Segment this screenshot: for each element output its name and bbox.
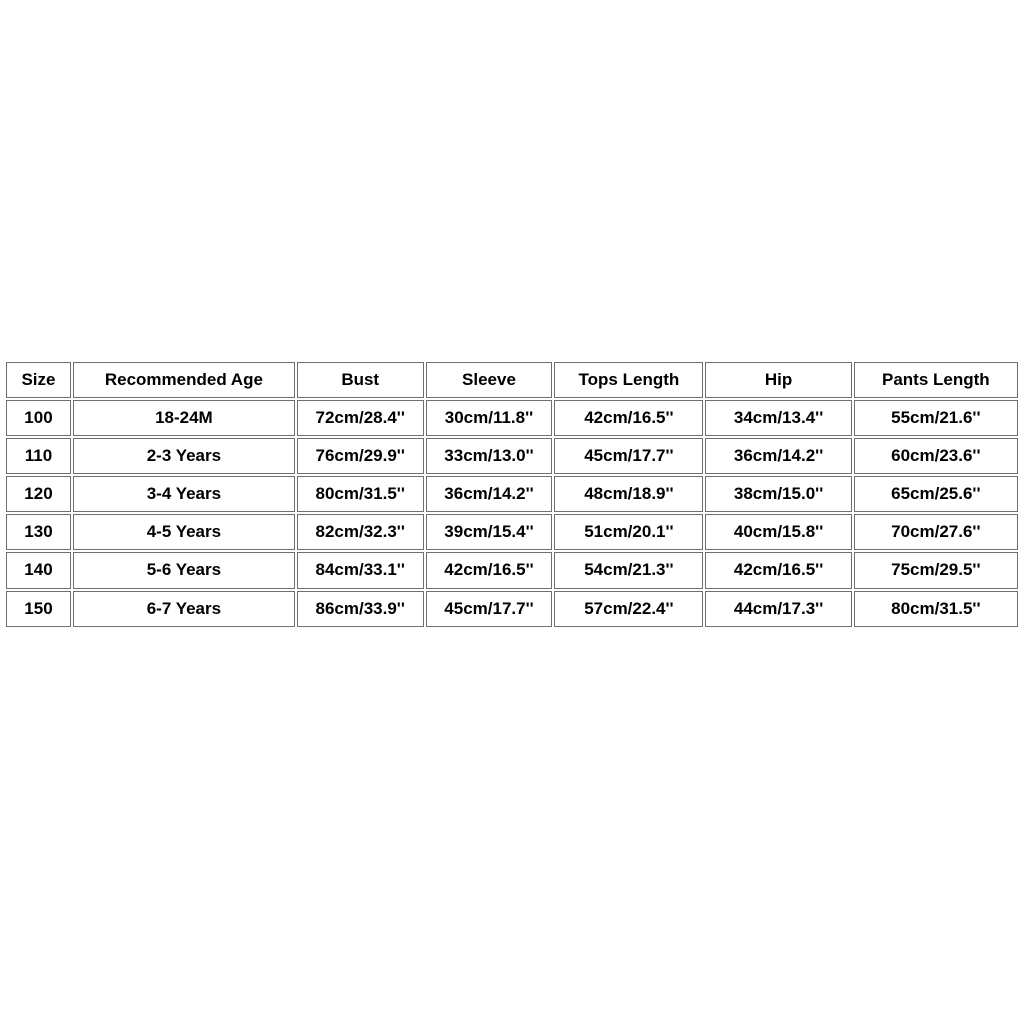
table-row: 100 18-24M 72cm/28.4'' 30cm/11.8'' 42cm/… <box>6 400 1018 436</box>
col-header-bust: Bust <box>297 362 424 398</box>
cell-sleeve: 42cm/16.5'' <box>426 552 553 588</box>
table-row: 140 5-6 Years 84cm/33.1'' 42cm/16.5'' 54… <box>6 552 1018 588</box>
cell-hip: 36cm/14.2'' <box>705 438 851 474</box>
cell-size: 140 <box>6 552 71 588</box>
col-header-pants: Pants Length <box>854 362 1018 398</box>
cell-size: 150 <box>6 591 71 627</box>
table-row: 150 6-7 Years 86cm/33.9'' 45cm/17.7'' 57… <box>6 591 1018 627</box>
size-chart-container: Size Recommended Age Bust Sleeve Tops Le… <box>0 360 1024 629</box>
cell-bust: 86cm/33.9'' <box>297 591 424 627</box>
cell-hip: 42cm/16.5'' <box>705 552 851 588</box>
cell-hip: 34cm/13.4'' <box>705 400 851 436</box>
size-chart-table: Size Recommended Age Bust Sleeve Tops Le… <box>4 360 1020 629</box>
cell-age: 6-7 Years <box>73 591 295 627</box>
cell-bust: 84cm/33.1'' <box>297 552 424 588</box>
cell-pants: 55cm/21.6'' <box>854 400 1018 436</box>
table-header-row: Size Recommended Age Bust Sleeve Tops Le… <box>6 362 1018 398</box>
col-header-size: Size <box>6 362 71 398</box>
cell-bust: 72cm/28.4'' <box>297 400 424 436</box>
cell-tops: 54cm/21.3'' <box>554 552 703 588</box>
cell-hip: 40cm/15.8'' <box>705 514 851 550</box>
cell-size: 120 <box>6 476 71 512</box>
cell-size: 130 <box>6 514 71 550</box>
cell-age: 4-5 Years <box>73 514 295 550</box>
cell-size: 110 <box>6 438 71 474</box>
col-header-hip: Hip <box>705 362 851 398</box>
cell-age: 18-24M <box>73 400 295 436</box>
cell-hip: 44cm/17.3'' <box>705 591 851 627</box>
table-row: 120 3-4 Years 80cm/31.5'' 36cm/14.2'' 48… <box>6 476 1018 512</box>
col-header-sleeve: Sleeve <box>426 362 553 398</box>
table-row: 130 4-5 Years 82cm/32.3'' 39cm/15.4'' 51… <box>6 514 1018 550</box>
cell-tops: 57cm/22.4'' <box>554 591 703 627</box>
cell-age: 5-6 Years <box>73 552 295 588</box>
cell-bust: 82cm/32.3'' <box>297 514 424 550</box>
cell-age: 2-3 Years <box>73 438 295 474</box>
cell-age: 3-4 Years <box>73 476 295 512</box>
col-header-age: Recommended Age <box>73 362 295 398</box>
cell-pants: 60cm/23.6'' <box>854 438 1018 474</box>
cell-sleeve: 45cm/17.7'' <box>426 591 553 627</box>
cell-sleeve: 36cm/14.2'' <box>426 476 553 512</box>
cell-hip: 38cm/15.0'' <box>705 476 851 512</box>
cell-bust: 80cm/31.5'' <box>297 476 424 512</box>
cell-tops: 51cm/20.1'' <box>554 514 703 550</box>
cell-sleeve: 33cm/13.0'' <box>426 438 553 474</box>
cell-pants: 75cm/29.5'' <box>854 552 1018 588</box>
cell-bust: 76cm/29.9'' <box>297 438 424 474</box>
cell-tops: 48cm/18.9'' <box>554 476 703 512</box>
cell-pants: 70cm/27.6'' <box>854 514 1018 550</box>
cell-pants: 65cm/25.6'' <box>854 476 1018 512</box>
cell-tops: 42cm/16.5'' <box>554 400 703 436</box>
cell-size: 100 <box>6 400 71 436</box>
col-header-tops: Tops Length <box>554 362 703 398</box>
cell-tops: 45cm/17.7'' <box>554 438 703 474</box>
cell-sleeve: 39cm/15.4'' <box>426 514 553 550</box>
table-row: 110 2-3 Years 76cm/29.9'' 33cm/13.0'' 45… <box>6 438 1018 474</box>
cell-sleeve: 30cm/11.8'' <box>426 400 553 436</box>
cell-pants: 80cm/31.5'' <box>854 591 1018 627</box>
